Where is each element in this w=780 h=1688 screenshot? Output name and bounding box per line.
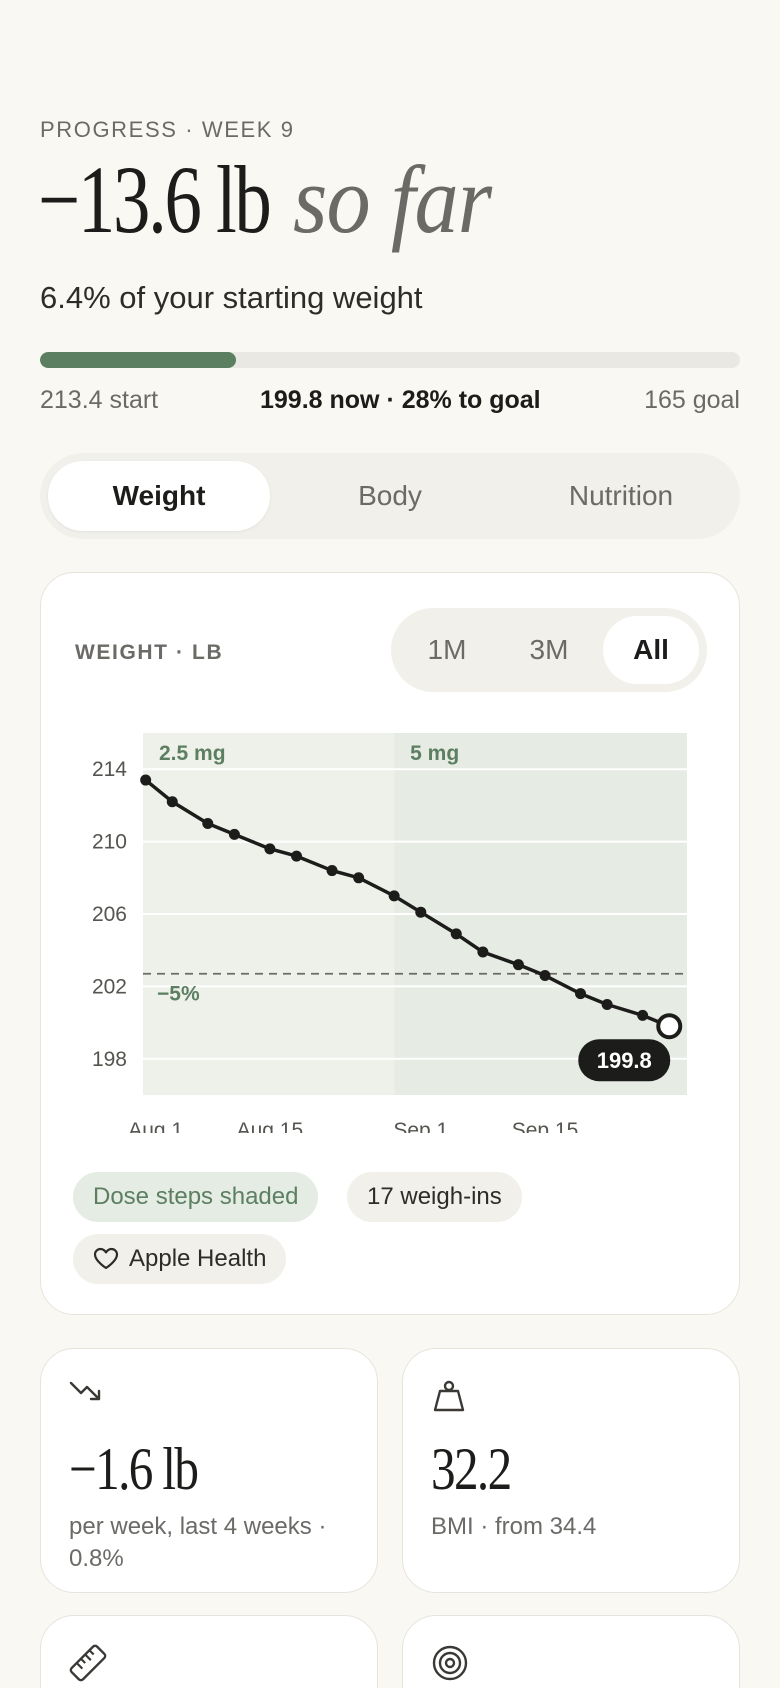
weekly-rate-value: −1.6 lb xyxy=(69,1436,199,1502)
weight-point xyxy=(291,850,303,862)
weight-point xyxy=(415,906,427,918)
dose-band-label: 2.5 mg xyxy=(159,742,226,765)
ruler-icon xyxy=(69,1644,107,1682)
weight-point xyxy=(637,1009,649,1021)
start-weight-label: 213.4 start xyxy=(40,386,159,414)
weight-icon xyxy=(433,1380,465,1412)
tab-body[interactable]: Body xyxy=(279,461,501,531)
x-tick-label: Sep 15 xyxy=(512,1119,579,1133)
weight-change-value: −13.6 lb xyxy=(38,146,272,253)
y-tick-label: 202 xyxy=(92,975,127,998)
weight-point xyxy=(575,988,587,1000)
heart-icon xyxy=(93,1247,119,1270)
current-weight-badge-label: 199.8 xyxy=(597,1048,652,1073)
weigh-ins-chip[interactable]: 17 weigh-ins xyxy=(347,1172,522,1222)
weight-change-headline: −13.6 lb so far xyxy=(38,146,492,253)
weight-line-chart: 2.5 mg 5 mg 214 210 206 202 198 Aug 1 Aug 15 Sep … xyxy=(92,733,687,1133)
current-weight-point xyxy=(656,1013,683,1040)
dose-steps-label: Dose steps shaded xyxy=(93,1183,299,1210)
weight-point xyxy=(228,828,240,840)
weight-point xyxy=(388,890,400,902)
y-tick-label: 206 xyxy=(92,903,127,926)
goal-progress-bar xyxy=(40,352,740,368)
tab-weight[interactable]: Weight xyxy=(48,461,270,531)
weight-point xyxy=(202,818,214,829)
goal-weight-label: 165 goal xyxy=(644,386,740,414)
page-eyebrow: PROGRESS · WEEK 9 xyxy=(40,117,295,142)
weight-point xyxy=(326,865,338,877)
weight-chart-card: WEIGHT · LB 1M 3M All 2.5 mg 5 mg 214 210 20… xyxy=(40,572,740,1315)
weight-point xyxy=(477,946,489,958)
y-tick-label: 214 xyxy=(92,758,127,781)
measurements-card[interactable] xyxy=(40,1615,378,1688)
goal-progress-fill xyxy=(40,352,236,368)
apple-health-label: Apple Health xyxy=(129,1245,267,1272)
weight-point xyxy=(353,872,365,884)
weight-point xyxy=(166,796,178,808)
weight-point xyxy=(264,843,276,855)
weight-point xyxy=(140,774,152,786)
x-tick-label: Sep 1 xyxy=(393,1119,448,1133)
weight-point xyxy=(450,928,462,940)
current-weight-label: 199.8 now · 28% to goal xyxy=(260,386,541,414)
bmi-description: BMI · from 34.4 xyxy=(431,1513,597,1540)
dose-steps-chip[interactable]: Dose steps shaded xyxy=(73,1172,319,1222)
x-tick-label: Aug 15 xyxy=(237,1119,304,1133)
weight-point xyxy=(512,959,524,971)
weekly-rate-description: per week, last 4 weeks · 0.8% xyxy=(69,1513,327,1572)
goal-card[interactable] xyxy=(402,1615,740,1688)
goal-5pct-label: −5% xyxy=(157,983,200,1006)
weight-point xyxy=(601,999,613,1010)
apple-health-chip[interactable]: Apple Health xyxy=(73,1234,287,1284)
percent-of-start: 6.4% of your starting weight xyxy=(40,280,423,315)
target-icon xyxy=(432,1645,468,1681)
tab-nutrition[interactable]: Nutrition xyxy=(510,461,732,531)
x-tick-label: Aug 1 xyxy=(128,1119,183,1133)
trending-down-icon xyxy=(69,1381,101,1401)
weekly-rate-card[interactable]: −1.6 lb per week, last 4 weeks · 0.8% xyxy=(40,1348,378,1593)
metric-tab-bar: Weight Body Nutrition xyxy=(40,453,740,539)
weigh-ins-label: 17 weigh-ins xyxy=(367,1183,502,1210)
weight-point xyxy=(539,970,551,982)
bmi-card[interactable]: 32.2 BMI · from 34.4 xyxy=(402,1348,740,1593)
bmi-value: 32.2 xyxy=(431,1436,512,1502)
y-tick-label: 210 xyxy=(92,831,127,854)
dose-band-label: 5 mg xyxy=(410,742,459,765)
y-tick-label: 198 xyxy=(92,1048,127,1071)
weight-change-suffix: so far xyxy=(293,146,492,253)
